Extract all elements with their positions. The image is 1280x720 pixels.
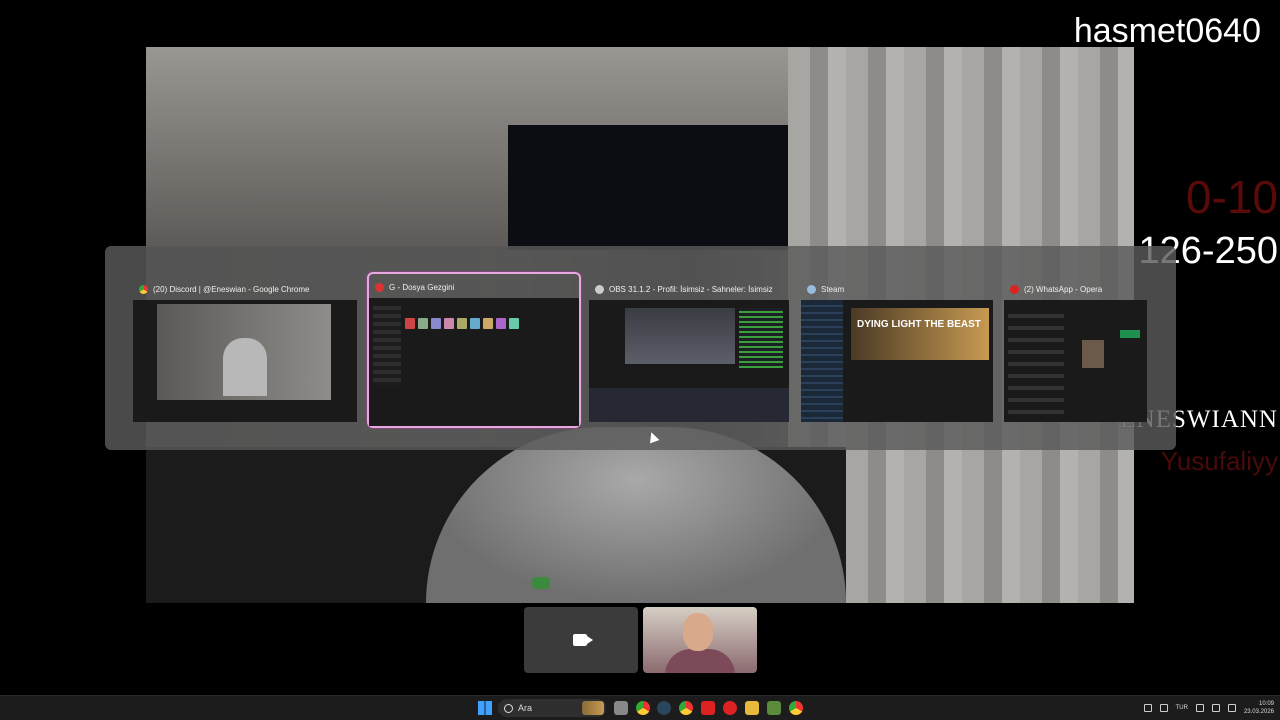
- window-header: Steam: [807, 281, 989, 297]
- windows-start-icon[interactable]: [478, 701, 492, 715]
- taskbar: Ara TUR 10:09 23.03.2026: [0, 695, 1280, 720]
- thumbnail-docks: [589, 388, 789, 422]
- window-header: OBS 31.1.2 - Profil: İsimsiz - Sahneler:…: [595, 281, 785, 297]
- thumbnail-chat-list: [1008, 306, 1064, 416]
- participant-tile-video[interactable]: [643, 607, 757, 673]
- window-thumbnail: [369, 298, 579, 426]
- thumbnail-chat-image: [1082, 340, 1104, 368]
- thumbnail-file-icons: [405, 318, 519, 329]
- chevron-up-icon[interactable]: [1143, 704, 1152, 712]
- switcher-window-steam[interactable]: Steam DYING LIGHT THE BEAST: [801, 276, 993, 422]
- thumbnail-mixer: [739, 308, 783, 368]
- task-switcher: (20) Discord | @Eneswian - Google Chrome…: [105, 246, 1176, 450]
- overlay-score-red: 0-10: [1185, 171, 1278, 223]
- obs-icon: [595, 284, 604, 294]
- video-hoodie-logo: [532, 577, 550, 589]
- acrobat-icon[interactable]: [701, 701, 715, 715]
- chrome-alt-icon[interactable]: [636, 701, 650, 715]
- thumbnail-game-title: DYING LIGHT THE BEAST: [857, 319, 981, 330]
- switcher-window-file-explorer[interactable]: G - Dosya Gezgini: [367, 272, 581, 428]
- clock-time: 10:09: [1258, 701, 1274, 707]
- overlay-username: hasmet0640: [1073, 12, 1261, 50]
- window-header: G - Dosya Gezgini: [375, 279, 575, 295]
- thumbnail-library-list: [801, 300, 843, 422]
- participant-face: [683, 613, 713, 651]
- window-thumbnail: [133, 300, 357, 422]
- volume-icon[interactable]: [1211, 704, 1220, 712]
- participant-tile-camera-off[interactable]: [524, 607, 638, 673]
- window-title: G - Dosya Gezgini: [389, 282, 455, 292]
- chrome-icon: [139, 284, 148, 294]
- file-explorer-icon: [375, 282, 384, 292]
- window-header: (20) Discord | @Eneswian - Google Chrome: [139, 281, 353, 297]
- microphone-icon[interactable]: [1159, 704, 1168, 712]
- minecraft-icon[interactable]: [767, 701, 781, 715]
- window-title: (2) WhatsApp - Opera: [1024, 284, 1103, 294]
- video-acoustic-panel: [508, 125, 788, 250]
- battery-icon[interactable]: [1227, 704, 1236, 712]
- search-icon: [504, 703, 513, 713]
- participant-shirt: [665, 649, 735, 673]
- camera-icon: [573, 634, 593, 646]
- switcher-window-discord[interactable]: (20) Discord | @Eneswian - Google Chrome: [133, 276, 357, 422]
- overlay-name-red: Yusufaliyy: [1160, 446, 1278, 476]
- thumbnail-chat-bubble: [1120, 330, 1140, 338]
- window-thumbnail: [1004, 300, 1147, 422]
- switcher-window-obs[interactable]: OBS 31.1.2 - Profil: İsimsiz - Sahneler:…: [589, 276, 789, 422]
- window-thumbnail: DYING LIGHT THE BEAST: [801, 300, 993, 422]
- taskbar-clock[interactable]: 10:09 23.03.2026: [1244, 700, 1274, 716]
- window-thumbnail: [589, 300, 789, 422]
- window-header: (2) WhatsApp - Opera: [1010, 281, 1143, 297]
- chrome-icon[interactable]: [679, 701, 693, 715]
- system-tray: TUR 10:09 23.03.2026: [1143, 696, 1280, 720]
- opera-icon[interactable]: [723, 701, 737, 715]
- thumbnail-game-hero: DYING LIGHT THE BEAST: [851, 308, 989, 360]
- wifi-icon[interactable]: [1195, 704, 1204, 712]
- search-placeholder: Ara: [518, 703, 533, 713]
- thumbnail-person: [223, 338, 267, 396]
- widgets-icon[interactable]: [582, 701, 604, 715]
- steam-icon: [807, 284, 816, 294]
- steam-icon[interactable]: [657, 701, 671, 715]
- chrome-active-icon[interactable]: [789, 701, 803, 715]
- thumbnail-preview: [625, 308, 735, 364]
- clock-date: 23.03.2026: [1243, 709, 1274, 715]
- file-explorer-icon[interactable]: [745, 701, 759, 715]
- window-title: OBS 31.1.2 - Profil: İsimsiz - Sahneler:…: [609, 284, 773, 294]
- thumbnail-sidebar: [373, 306, 401, 386]
- language-indicator[interactable]: TUR: [1176, 705, 1188, 711]
- window-title: (20) Discord | @Eneswian - Google Chrome: [153, 284, 310, 294]
- window-title: Steam: [821, 284, 845, 294]
- task-view-icon[interactable]: [614, 701, 628, 715]
- switcher-window-whatsapp[interactable]: (2) WhatsApp - Opera: [1004, 276, 1147, 422]
- opera-icon: [1010, 284, 1019, 294]
